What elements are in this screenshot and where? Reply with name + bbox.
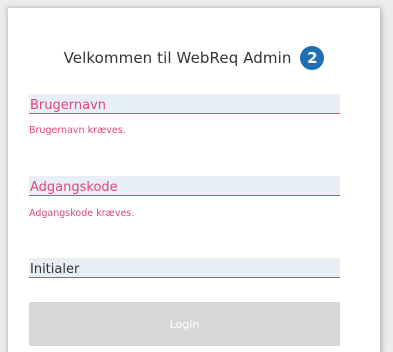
step-number-badge: 2 <box>300 46 325 70</box>
password-error: Adgangskode kræves. <box>29 208 135 219</box>
welcome-heading: Velkommen til WebReq Admin 2 <box>8 46 380 72</box>
username-input[interactable] <box>29 96 340 115</box>
initials-input[interactable] <box>29 260 340 279</box>
login-card: Velkommen til WebReq Admin 2 Brugernavn … <box>8 8 380 352</box>
password-field-wrapper <box>29 176 340 197</box>
password-input[interactable] <box>29 178 340 197</box>
username-field-wrapper <box>29 94 340 115</box>
login-button[interactable]: Login <box>29 302 340 346</box>
username-error: Brugernavn kræves. <box>29 125 126 136</box>
welcome-title: Velkommen til WebReq Admin <box>63 49 292 67</box>
initials-field-wrapper <box>29 258 340 279</box>
